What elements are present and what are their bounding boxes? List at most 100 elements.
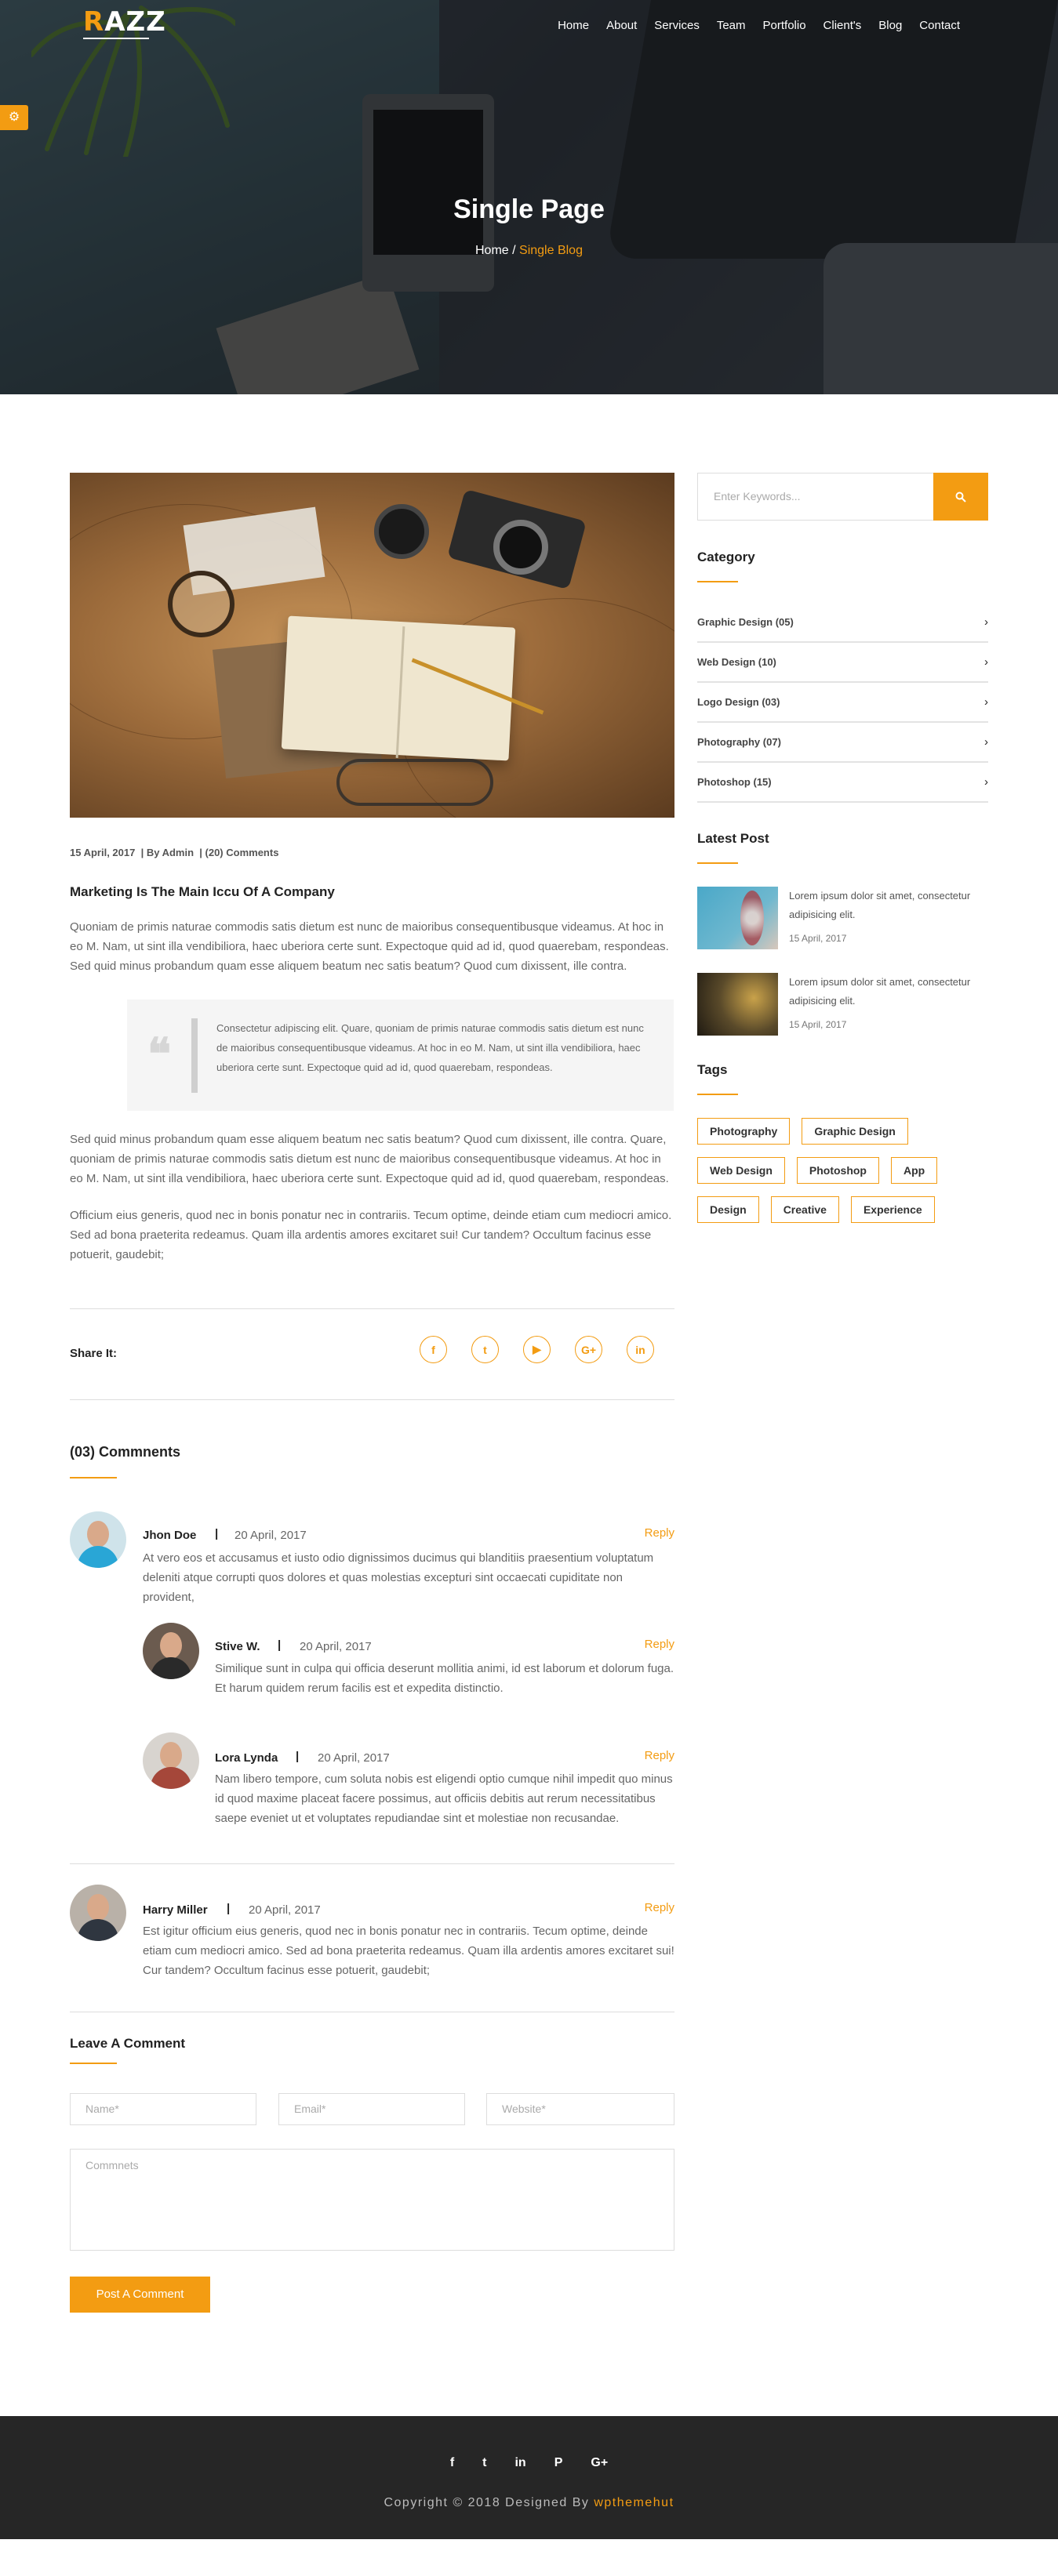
post-comments-count[interactable]: | (20) Comments — [199, 847, 278, 858]
reply-button[interactable]: Reply — [645, 1526, 674, 1540]
website-input[interactable]: Website* — [486, 2093, 674, 2125]
form-title: Leave A Comment — [70, 2036, 186, 2051]
page-title: Single Page — [453, 194, 605, 224]
tag-item[interactable]: Design — [697, 1196, 759, 1223]
post-comment-button[interactable]: Post A Comment — [70, 2277, 210, 2313]
tag-item[interactable]: Graphic Design — [802, 1118, 908, 1145]
breadcrumb-home[interactable]: Home / — [475, 244, 516, 257]
post-paragraph: Sed quid minus probandum quam esse aliqu… — [70, 1133, 669, 1185]
linkedin-icon[interactable]: in — [514, 2456, 525, 2470]
google-plus-icon[interactable]: G+ — [575, 1336, 602, 1363]
breadcrumb-current: Single Blog — [519, 244, 583, 257]
post-paragraph: Officium eius generis, quod nec in bonis… — [70, 1209, 672, 1261]
avatar — [143, 1732, 199, 1789]
comments-title: (03) Commnents — [70, 1444, 181, 1460]
tag-item[interactable]: Experience — [850, 1196, 935, 1223]
latest-post-text: Lorem ipsum dolor sit amet, consectetur … — [789, 890, 971, 920]
footer-social: f t in P G+ — [0, 2456, 1058, 2470]
chevron-right-icon: › — [984, 655, 988, 669]
quote-icon: ❝ — [147, 1029, 172, 1080]
twitter-icon[interactable]: t — [482, 2456, 486, 2470]
category-item[interactable]: Photoshop (15) › — [697, 763, 988, 803]
chevron-right-icon: › — [984, 615, 988, 629]
comment-date: 20 April, 2017 — [249, 1903, 321, 1917]
hero-banner: RAZZ Home About Services Team Portfolio … — [0, 0, 1058, 394]
category-item[interactable]: Graphic Design (05) › — [697, 603, 988, 643]
comment-date: 20 April, 2017 — [318, 1751, 390, 1765]
facebook-icon[interactable]: f — [420, 1336, 447, 1363]
avatar — [70, 1885, 126, 1941]
latest-post-date: 15 April, 2017 — [789, 1019, 847, 1030]
category-title: Category — [697, 550, 755, 564]
blockquote: ❝ Consectetur adipiscing elit. Quare, qu… — [127, 1000, 674, 1111]
nav-services[interactable]: Services — [645, 19, 708, 32]
post-title: Marketing Is The Main Iccu Of A Company — [70, 884, 335, 899]
name-input[interactable]: Name* — [70, 2093, 256, 2125]
email-input[interactable]: Email* — [278, 2093, 465, 2125]
navbar: RAZZ Home About Services Team Portfolio … — [0, 0, 1058, 50]
post-thumbnail — [697, 887, 778, 949]
youtube-icon[interactable]: ▶ — [523, 1336, 551, 1363]
latest-post-title: Latest Post — [697, 831, 769, 846]
tag-item[interactable]: App — [890, 1157, 938, 1184]
comment-author: Stive W. — [215, 1640, 260, 1653]
comment-author: Lora Lynda — [215, 1751, 278, 1765]
post-date: 15 April, 2017 — [70, 847, 136, 858]
tag-item[interactable]: Photoshop — [796, 1157, 879, 1184]
copyright: Copyright © 2018 Designed By wpthemehut — [384, 2496, 674, 2509]
tag-item[interactable]: Creative — [770, 1196, 839, 1223]
category-list: Graphic Design (05) › Web Design (10) › Lo… — [697, 603, 988, 803]
main-nav: Home About Services Team Portfolio Clien… — [549, 19, 969, 32]
post-author[interactable]: | By Admin — [141, 847, 194, 858]
comment-textarea[interactable]: Commnets — [70, 2149, 674, 2251]
comment-text: Similique sunt in culpa qui officia dese… — [215, 1662, 674, 1695]
twitter-icon[interactable]: t — [471, 1336, 499, 1363]
facebook-icon[interactable]: f — [450, 2456, 454, 2470]
tags-title: Tags — [697, 1062, 728, 1077]
category-item[interactable]: Web Design (10) › — [697, 643, 988, 683]
post-paragraph: Quoniam de primis naturae commodis satis… — [70, 920, 669, 973]
nav-blog[interactable]: Blog — [870, 19, 911, 32]
nav-contact[interactable]: Contact — [911, 19, 969, 32]
sidebar: Enter Keywords... Category Graphic Desig… — [697, 473, 988, 1223]
search-button[interactable] — [933, 473, 988, 521]
breadcrumb: Home / Single Blog — [0, 244, 1058, 258]
chevron-right-icon: › — [984, 735, 988, 749]
nav-portfolio[interactable]: Portfolio — [754, 19, 815, 32]
comment-text: Nam libero tempore, cum soluta nobis est… — [215, 1772, 673, 1825]
chevron-right-icon: › — [984, 775, 988, 789]
pinterest-icon[interactable]: P — [554, 2456, 563, 2470]
comment-date: 20 April, 2017 — [235, 1529, 307, 1542]
nav-team[interactable]: Team — [708, 19, 754, 32]
latest-post-date: 15 April, 2017 — [789, 933, 847, 944]
category-item[interactable]: Logo Design (03) › — [697, 683, 988, 723]
reply-button[interactable]: Reply — [645, 1749, 674, 1762]
tag-cloud: Photography Graphic Design Web Design Ph… — [697, 1118, 988, 1223]
google-plus-icon[interactable]: G+ — [591, 2456, 608, 2470]
nav-clients[interactable]: Client's — [815, 19, 871, 32]
gear-icon[interactable]: ⚙ — [0, 105, 28, 130]
category-item[interactable]: Photography (07) › — [697, 723, 988, 763]
reply-button[interactable]: Reply — [645, 1901, 674, 1914]
latest-post-item[interactable]: Lorem ipsum dolor sit amet, consectetur … — [697, 973, 988, 1036]
share-bar: Share It: f t ▶ G+ in — [70, 1308, 674, 1400]
nav-about[interactable]: About — [598, 19, 645, 32]
search-icon — [955, 492, 966, 503]
footer: f t in P G+ Copyright © 2018 Designed By… — [0, 2416, 1058, 2539]
comment-text: Est igitur officium eius generis, quod n… — [143, 1925, 674, 1977]
tag-item[interactable]: Web Design — [697, 1157, 785, 1184]
linkedin-icon[interactable]: in — [627, 1336, 654, 1363]
designer-link[interactable]: wpthemehut — [594, 2496, 674, 2509]
nav-home[interactable]: Home — [549, 19, 598, 32]
comments-list: Jhon Doe | 20 April, 2017 Reply At vero … — [70, 1478, 674, 2576]
tag-item[interactable]: Photography — [697, 1118, 791, 1145]
latest-post-item[interactable]: Lorem ipsum dolor sit amet, consectetur … — [697, 887, 988, 949]
blog-post: 15 April, 2017 | By Admin | (20) Comment… — [70, 473, 674, 2576]
comment-text: At vero eos et accusamus et iusto odio d… — [143, 1551, 654, 1604]
post-image — [70, 473, 674, 818]
search-input[interactable]: Enter Keywords... — [698, 473, 933, 520]
avatar — [143, 1623, 199, 1679]
logo[interactable]: RAZZ — [83, 6, 166, 38]
post-thumbnail — [697, 973, 778, 1036]
reply-button[interactable]: Reply — [645, 1638, 674, 1651]
